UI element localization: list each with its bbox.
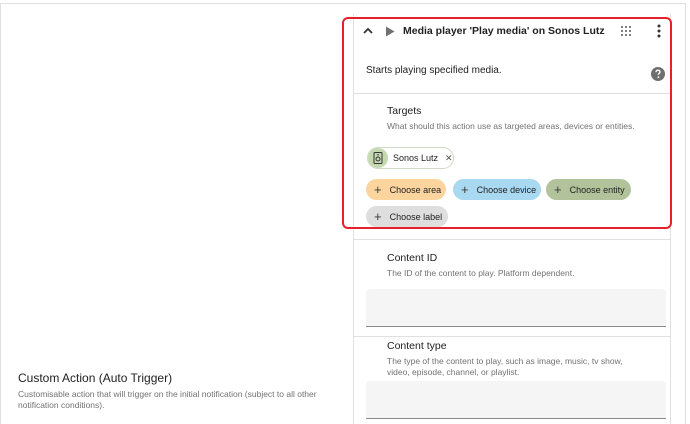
plus-icon: + — [374, 182, 382, 197]
content-id-help: The ID of the content to play. Platform … — [387, 268, 575, 278]
plus-icon: + — [554, 182, 562, 197]
plus-icon: + — [461, 182, 469, 197]
remove-chip-icon[interactable]: ✕ — [445, 153, 453, 164]
choose-device-label: Choose device — [476, 184, 537, 195]
divider — [354, 239, 670, 240]
more-options-icon[interactable] — [653, 24, 665, 38]
custom-action-description: Customisable action that will trigger on… — [18, 389, 317, 410]
selected-device-label: Sonos Lutz — [393, 153, 439, 163]
action-title: Media player 'Play media' on Sonos Lutz — [403, 25, 605, 37]
custom-action-section: Custom Action (Auto Trigger) Customisabl… — [18, 371, 338, 411]
choose-entity-button[interactable]: + Choose entity — [546, 179, 631, 200]
content-type-input[interactable] — [366, 381, 666, 419]
choose-area-label: Choose area — [389, 184, 442, 195]
divider — [354, 336, 670, 337]
targets-help: What should this action use as targeted … — [387, 121, 635, 131]
content-id-label: Content ID — [387, 252, 438, 264]
speaker-icon — [368, 148, 388, 168]
custom-action-title: Custom Action (Auto Trigger) — [18, 371, 173, 385]
choose-area-button[interactable]: + Choose area — [366, 179, 446, 200]
choose-label-label: Choose label — [389, 211, 443, 222]
help-icon[interactable] — [651, 67, 665, 81]
choose-device-button[interactable]: + Choose device — [453, 179, 541, 200]
drag-handle-icon[interactable] — [620, 25, 632, 37]
choose-entity-label: Choose entity — [569, 184, 625, 195]
content-id-input[interactable] — [366, 289, 666, 327]
action-header[interactable]: Media player 'Play media' on Sonos Lutz — [354, 14, 670, 50]
content-type-label: Content type — [387, 340, 447, 352]
selected-device-chip[interactable]: Sonos Lutz ✕ — [367, 147, 454, 169]
play-icon — [386, 26, 395, 37]
targets-label: Targets — [387, 105, 422, 117]
plus-icon: + — [374, 209, 382, 224]
content-type-help: The type of the content to play, such as… — [387, 356, 623, 377]
action-card: Media player 'Play media' on Sonos Lutz … — [353, 14, 671, 424]
divider — [354, 93, 670, 94]
chevron-up-icon[interactable] — [362, 25, 374, 37]
action-description: Starts playing specified media. — [366, 65, 502, 76]
choose-label-button[interactable]: + Choose label — [366, 206, 448, 227]
